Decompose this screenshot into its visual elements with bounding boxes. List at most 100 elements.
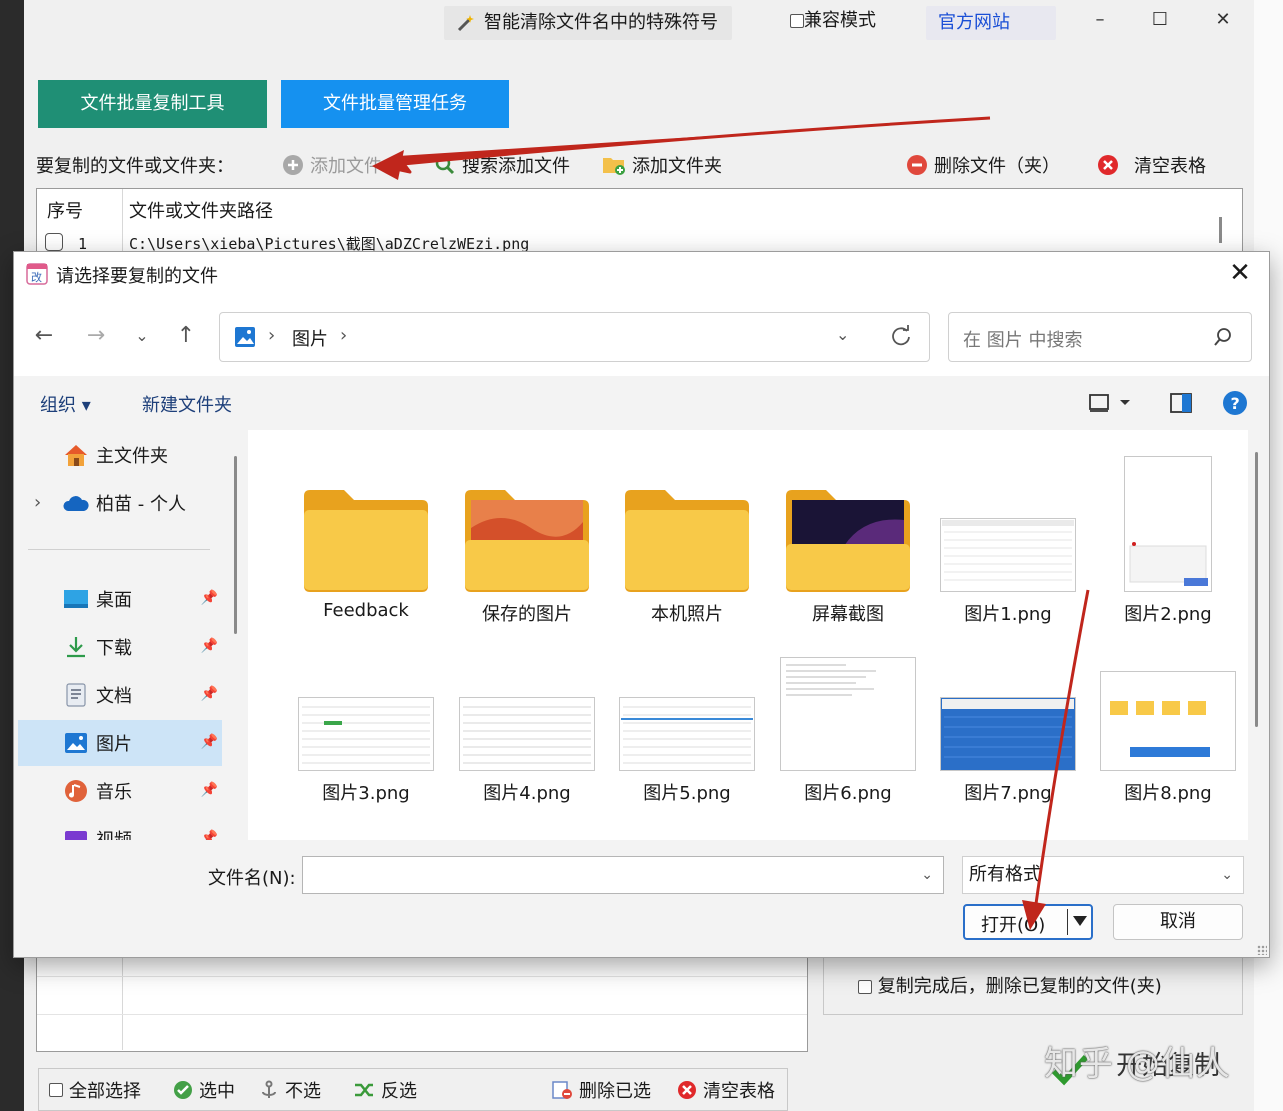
image-thumbnail — [928, 454, 1088, 592]
website-link[interactable]: 官方网站 — [926, 6, 1056, 40]
select-all-checkbox[interactable] — [49, 1083, 63, 1097]
download-icon — [62, 633, 90, 661]
close-button[interactable]: ✕ — [1203, 6, 1243, 36]
file-type-select[interactable]: 所有格式 ⌄ — [962, 856, 1244, 894]
filename-input[interactable]: ⌄ — [302, 856, 944, 894]
tab-manage-task[interactable]: 文件批量管理任务 — [281, 80, 509, 128]
dialog-close-button[interactable]: ✕ — [1225, 258, 1255, 288]
folder-tile[interactable]: 保存的图片 — [447, 454, 607, 625]
delete-selected-icon — [551, 1080, 573, 1100]
pictures-icon — [62, 729, 90, 757]
nav-item-pictures[interactable]: 图片 📌 — [18, 720, 222, 766]
folder-tile[interactable]: 屏幕截图 — [768, 454, 928, 625]
cancel-button[interactable]: 取消 — [1113, 904, 1243, 940]
nav-item-home[interactable]: 主文件夹 — [18, 432, 222, 478]
image-tile[interactable]: 图片3.png — [286, 633, 446, 804]
files-section-label: 要复制的文件或文件夹： — [36, 148, 234, 182]
content-scrollbar[interactable] — [1255, 452, 1258, 727]
document-icon — [62, 681, 90, 709]
table-scrollbar[interactable] — [1219, 217, 1222, 243]
image-tile[interactable]: 图片8.png — [1088, 633, 1248, 804]
open-button[interactable]: 打开(O) — [963, 904, 1093, 940]
pin-icon[interactable]: 📌 — [201, 734, 218, 750]
delete-after-copy-checkbox[interactable] — [858, 980, 872, 994]
app-logo-icon: 改 — [26, 263, 48, 285]
nav-item-videos[interactable]: 视频 📌 — [18, 816, 222, 840]
minimize-button[interactable]: – — [1080, 6, 1120, 36]
image-tile[interactable]: 图片6.png — [768, 633, 928, 804]
nav-item-documents[interactable]: 文档 📌 — [18, 672, 222, 718]
nav-downloads-label: 下载 — [96, 638, 132, 659]
image-tile[interactable]: 图片2.png — [1088, 454, 1248, 625]
folder-tile[interactable]: Feedback — [286, 454, 446, 624]
file-type-chevron-icon[interactable]: ⌄ — [1221, 857, 1233, 893]
search-placeholder: 在 图片 中搜索 — [963, 330, 1083, 351]
view-mode-icon[interactable] — [1088, 392, 1130, 414]
nav-item-music[interactable]: 音乐 📌 — [18, 768, 222, 814]
search-input[interactable]: 在 图片 中搜索 — [948, 312, 1252, 362]
invert-button[interactable]: 反选 — [353, 1077, 417, 1103]
compat-mode-box[interactable] — [790, 14, 804, 28]
clean-filename-button[interactable]: 智能清除文件名中的特殊符号 — [444, 6, 732, 40]
help-icon[interactable]: ? — [1222, 390, 1248, 416]
item-name: 屏幕截图 — [812, 604, 884, 625]
delete-selected-button[interactable]: 删除已选 — [551, 1077, 651, 1103]
image-tile[interactable]: 图片4.png — [447, 633, 607, 804]
refresh-icon[interactable] — [890, 325, 912, 347]
compat-mode-checkbox[interactable]: 兼容模式 — [790, 8, 876, 34]
delete-files-button[interactable]: 删除文件（夹） — [906, 148, 1060, 182]
image-tile[interactable]: 图片5.png — [607, 633, 767, 804]
nav-item-desktop[interactable]: 桌面 📌 — [18, 576, 222, 622]
nav-scrollbar[interactable] — [234, 456, 237, 634]
new-folder-button[interactable]: 新建文件夹 — [142, 391, 232, 417]
address-bar[interactable]: › 图片 › ⌄ — [219, 312, 930, 362]
table-row[interactable]: 1 — [45, 233, 87, 253]
expand-chevron-icon[interactable]: › — [34, 492, 41, 513]
select-all-label: 全部选择 — [69, 1081, 141, 1102]
select-label: 选中 — [199, 1081, 235, 1102]
select-all-option[interactable]: 全部选择 — [49, 1077, 141, 1103]
pin-icon[interactable]: 📌 — [201, 590, 218, 606]
preview-pane-icon[interactable] — [1170, 392, 1192, 414]
nav-videos-label: 视频 — [96, 826, 132, 840]
clear-table-bottom-button[interactable]: 清空表格 — [677, 1077, 775, 1103]
nav-item-downloads[interactable]: 下载 📌 — [18, 624, 222, 670]
filename-history-chevron-icon[interactable]: ⌄ — [921, 857, 933, 893]
organize-menu[interactable]: 组织 ▾ — [40, 391, 91, 417]
column-divider-lower — [122, 950, 123, 1050]
back-arrow-icon[interactable]: ← — [30, 322, 58, 350]
item-name: 保存的图片 — [482, 604, 572, 625]
pin-icon[interactable]: 📌 — [201, 686, 218, 702]
up-arrow-icon[interactable]: ↑ — [172, 322, 200, 350]
pin-icon[interactable]: 📌 — [201, 638, 218, 654]
item-name: 图片5.png — [643, 783, 731, 804]
image-tile[interactable]: 图片1.png — [928, 454, 1088, 625]
nav-music-label: 音乐 — [96, 782, 132, 803]
image-thumbnail — [1088, 633, 1248, 771]
open-split-divider — [1067, 909, 1068, 935]
copy-options: 复制完成后，删除已复制的文件(夹) — [823, 950, 1243, 1015]
pin-icon[interactable]: 📌 — [201, 830, 218, 840]
row-checkbox[interactable] — [45, 233, 63, 251]
delete-after-copy-option[interactable]: 复制完成后，删除已复制的文件(夹) — [858, 972, 1162, 998]
search-add-button[interactable]: 搜索添加文件 — [434, 148, 570, 182]
desktop-icon — [62, 585, 90, 613]
add-file-button[interactable]: 添加文件 — [282, 148, 382, 182]
resize-grip-icon[interactable] — [1257, 945, 1267, 955]
select-button[interactable]: 选中 — [173, 1077, 235, 1103]
image-tile[interactable]: 图片7.png — [928, 633, 1088, 804]
address-dropdown-chevron-icon[interactable]: ⌄ — [836, 325, 849, 344]
folder-tile[interactable]: 本机照片 — [607, 454, 767, 625]
recent-locations-chevron-icon[interactable]: ⌄ — [128, 322, 156, 350]
col-index-header: 序号 — [47, 201, 83, 222]
clear-table-button[interactable]: 清空表格 — [1096, 148, 1206, 182]
add-folder-button[interactable]: 添加文件夹 — [602, 148, 722, 182]
tab-copy-tool[interactable]: 文件批量复制工具 — [38, 80, 267, 128]
maximize-button[interactable]: ☐ — [1140, 6, 1180, 36]
deselect-button[interactable]: 不选 — [259, 1077, 321, 1103]
breadcrumb-pictures[interactable]: 图片 — [292, 325, 328, 351]
pin-icon[interactable]: 📌 — [201, 782, 218, 798]
nav-item-onedrive[interactable]: › 柏苗 - 个人 — [18, 480, 222, 526]
open-options-dropdown-icon[interactable] — [1073, 916, 1087, 926]
forward-arrow-icon[interactable]: → — [82, 322, 110, 350]
